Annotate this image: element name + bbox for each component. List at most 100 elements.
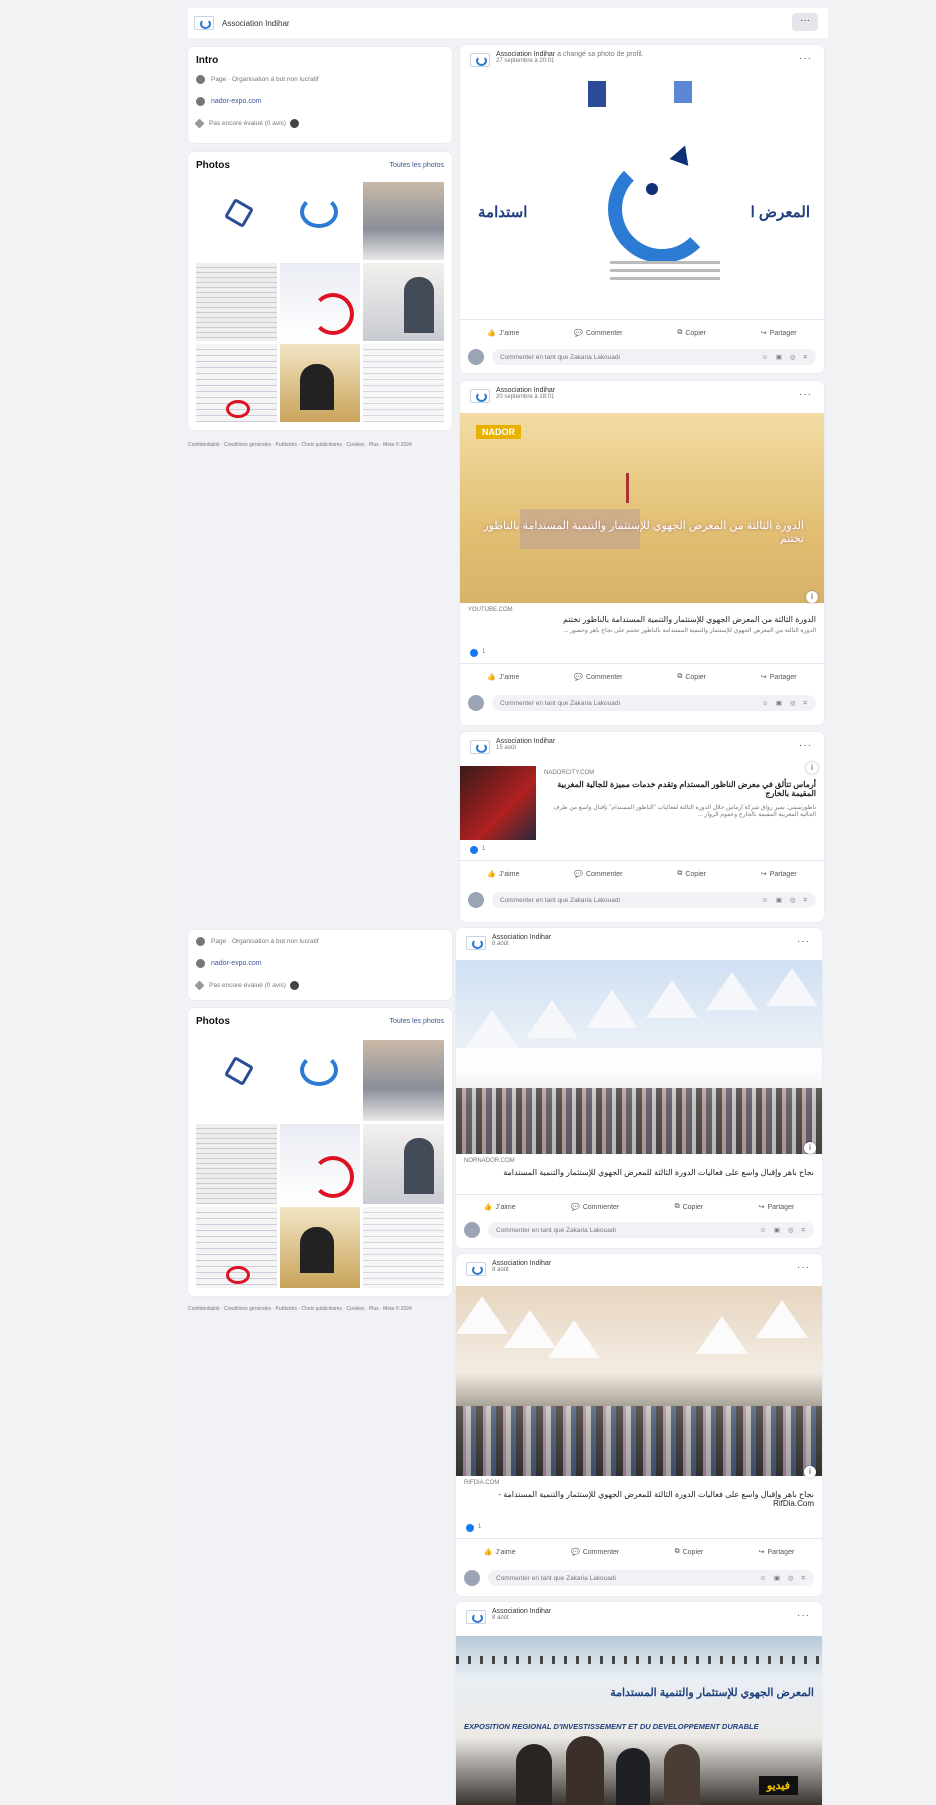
like-reaction-icon[interactable] [466,1524,474,1532]
post-options-icon[interactable]: ··· [799,53,812,64]
post-options-icon[interactable]: ··· [797,936,810,947]
photo-thumb[interactable] [196,1040,277,1121]
comment-input[interactable]: Commenter en tant que Zakaria Lakouadi ☺ … [492,892,816,908]
share-button[interactable]: ↪ Partager [761,870,797,879]
link-headline[interactable]: أرماس تتألق في معرض الناظور المستدام وتق… [544,780,816,798]
website-link[interactable]: nador-expo.com [211,960,262,967]
post-link-image[interactable]: NADOR الدورة الثالثة من المعرض الجهوي لل… [460,413,824,603]
comment-button[interactable]: 💬 Commenter [574,673,622,682]
more-options-button[interactable]: ··· [792,13,818,31]
photo-thumb[interactable] [363,1207,444,1288]
like-button[interactable]: 👍 J’aime [487,329,519,338]
comment-button[interactable]: 💬 Commenter [571,1203,619,1212]
author-avatar-icon[interactable] [470,389,490,403]
share-button[interactable]: ↪ Partager [759,1203,795,1212]
post-date[interactable]: 8 août [492,1267,551,1273]
post-date[interactable]: 27 septembre à 20:01 [496,58,644,64]
post-author[interactable]: Association Indihar [496,51,555,58]
photo-thumb[interactable] [363,1123,444,1205]
comment-input[interactable]: Commenter en tant que Zakaria Lakouadi ☺ … [492,349,816,365]
footer-links[interactable]: Confidentialité · Conditions générales ·… [188,1306,452,1312]
intro-rating-row: Pas encore évalué (0 avis) [188,112,452,134]
author-avatar-icon[interactable] [466,1262,486,1276]
photo-thumb[interactable] [279,1207,361,1288]
like-reaction-icon[interactable] [470,649,478,657]
reaction-count[interactable]: 1 [478,1524,481,1530]
see-all-photos-link[interactable]: Toutes les photos [390,1018,444,1025]
post-options-icon[interactable]: ··· [799,389,812,400]
photo-thumb[interactable] [196,182,277,260]
link-headline[interactable]: نجاح باهر وإقبال واسع على فعاليات الدورة… [464,1168,814,1177]
photo-thumb[interactable] [196,263,277,341]
copy-button[interactable]: ⧉ Copier [677,870,706,878]
photo-thumb[interactable] [363,263,444,341]
photo-thumb[interactable] [279,1040,361,1121]
comment-input[interactable]: Commenter en tant que Zakaria Lakouadi ☺ … [492,695,816,711]
like-button[interactable]: 👍 J’aime [487,870,519,879]
like-reaction-icon[interactable] [470,846,478,854]
copy-button[interactable]: ⧉ Copier [675,1548,704,1556]
website-link[interactable]: nador-expo.com [211,98,262,105]
photo-thumb[interactable] [196,344,277,422]
like-button[interactable]: 👍 J’aime [484,1203,516,1212]
like-button[interactable]: 👍 J’aime [484,1548,516,1557]
post-date[interactable]: 15 août [496,745,555,751]
post-options-icon[interactable]: ··· [797,1610,810,1621]
photo-thumb[interactable] [279,263,361,341]
post-link-image[interactable] [456,1286,822,1476]
intro-rating: Pas encore évalué (0 avis) [209,119,286,127]
footer-links[interactable]: Confidentialité · Conditions générales ·… [188,442,452,448]
reaction-count[interactable]: 1 [482,649,485,655]
page-avatar-icon[interactable] [194,16,214,30]
post-link-image[interactable] [456,960,822,1154]
info-icon[interactable]: i [806,762,818,774]
link-headline[interactable]: نجاح باهر وإقبال واسع على فعاليات الدورة… [464,1490,814,1508]
author-avatar-icon[interactable] [470,53,490,67]
post-options-icon[interactable]: ··· [797,1262,810,1273]
comment-button[interactable]: 💬 Commenter [574,329,622,338]
author-avatar-icon[interactable] [466,1610,486,1624]
info-icon[interactable]: i [804,1466,816,1478]
post-video-image[interactable]: المعرض الجهوي للإستثمار والتنمية المستدا… [456,1636,822,1805]
photo-thumb[interactable] [279,1123,361,1205]
post-options-icon[interactable]: ··· [799,740,812,751]
post-date[interactable]: 8 août [492,1615,551,1621]
comment-button[interactable]: 💬 Commenter [574,870,622,879]
photo-thumb[interactable] [279,182,361,260]
post-author[interactable]: Association Indihar [492,1608,551,1615]
photo-thumb[interactable] [279,344,361,422]
link-thumbnail[interactable] [460,766,536,840]
photo-thumb[interactable] [196,1123,277,1205]
reaction-count[interactable]: 1 [482,846,485,852]
photo-thumb[interactable] [363,1040,444,1121]
like-button[interactable]: 👍 J’aime [487,673,519,682]
info-circle-icon[interactable] [289,118,299,128]
post-author[interactable]: Association Indihar [496,738,555,745]
copy-button[interactable]: ⧉ Copier [677,673,706,681]
post-author[interactable]: Association Indihar [492,934,551,941]
comment-input[interactable]: Commenter en tant que Zakaria Lakouadi ☺ … [488,1570,814,1586]
share-button[interactable]: ↪ Partager [761,673,797,682]
info-icon[interactable]: i [806,591,818,603]
author-avatar-icon[interactable] [466,936,486,950]
author-avatar-icon[interactable] [470,740,490,754]
link-headline[interactable]: الدورة الثالثة من المعرض الجهوي للإستثما… [468,615,816,624]
post-author[interactable]: Association Indihar [496,387,555,394]
info-circle-icon[interactable] [289,980,299,990]
post-date[interactable]: 8 août [492,941,551,947]
comment-input[interactable]: Commenter en tant que Zakaria Lakouadi ☺ … [488,1222,814,1238]
copy-button[interactable]: ⧉ Copier [675,1203,704,1211]
page-name[interactable]: Association Indihar [222,19,290,28]
post-author[interactable]: Association Indihar [492,1260,551,1267]
photo-thumb[interactable] [363,182,444,260]
comment-button[interactable]: 💬 Commenter [571,1548,619,1557]
info-icon[interactable]: i [804,1142,816,1154]
photo-thumb[interactable] [196,1207,277,1288]
photo-thumb[interactable] [363,344,444,422]
copy-button[interactable]: ⧉ Copier [677,329,706,337]
share-button[interactable]: ↪ Partager [759,1548,795,1557]
see-all-photos-link[interactable]: Toutes les photos [390,162,444,169]
profile-picture-image[interactable]: استدامة المعرض ا [460,75,824,315]
post-date[interactable]: 20 septembre à 18:01 [496,394,555,400]
share-button[interactable]: ↪ Partager [761,329,797,338]
